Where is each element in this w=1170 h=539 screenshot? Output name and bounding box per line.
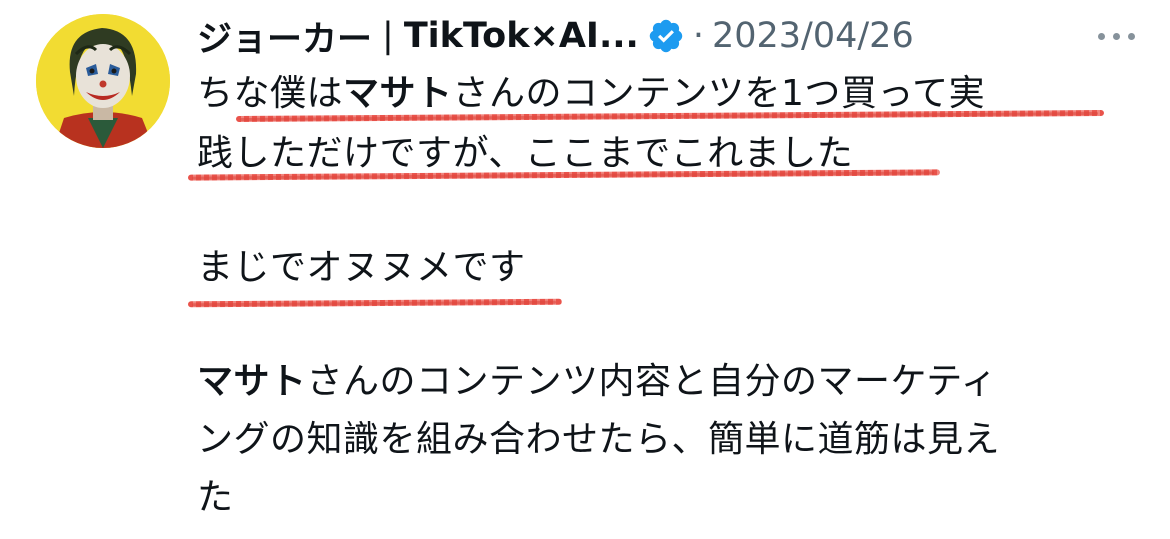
tweet-text-line-3: まじでオヌヌメです <box>197 247 526 288</box>
avatar[interactable] <box>36 14 170 148</box>
text-segment: さんのコンテンツを1つ買って実 <box>452 73 986 114</box>
tweet-header: ジョーカー | TikTok×AI... · 2023/04/26 <box>197 12 1142 60</box>
header-dot: · <box>692 16 704 56</box>
verified-badge-icon <box>647 17 685 55</box>
more-options-icon[interactable] <box>1090 16 1142 56</box>
timestamp[interactable]: 2023/04/26 <box>712 16 914 56</box>
highlight-underline-3 <box>187 298 563 308</box>
tweet-text-line-5: ングの知識を組み合わせたら、簡単に道筋は見え <box>197 419 1001 460</box>
display-name-suffix[interactable]: TikTok×AI... <box>404 16 639 56</box>
text-segment: さんのコンテンツ内容と自分のマーケティ <box>306 361 998 402</box>
tweet-text-line-6: た <box>197 477 234 518</box>
bold-mention: マサト <box>343 73 453 114</box>
tweet[interactable]: ジョーカー | TikTok×AI... · 2023/04/26 ちな僕はマサ… <box>0 0 1170 539</box>
text-segment: ちな僕は <box>197 73 344 114</box>
joker-avatar-icon <box>36 14 170 148</box>
display-name[interactable]: ジョーカー <box>197 11 372 62</box>
tweet-text-line-4: マサトさんのコンテンツ内容と自分のマーケティ <box>197 358 997 406</box>
name-separator: | <box>382 16 394 56</box>
bold-mention: マサト <box>197 361 307 402</box>
